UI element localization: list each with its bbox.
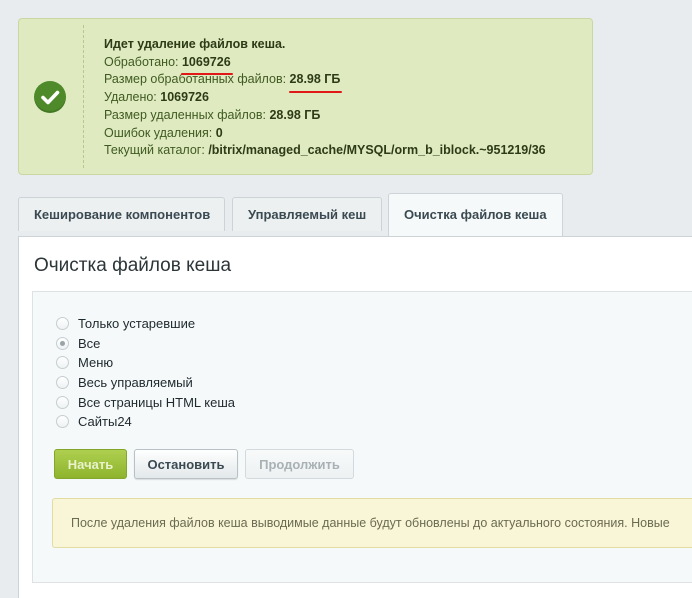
deleted-label: Удалено: [104, 90, 157, 105]
errors-value: 0 [215, 125, 223, 140]
clear-cache-form: Только устаревшие Все Меню Весь управляе… [32, 291, 692, 583]
option-all-managed[interactable]: Весь управляемый [56, 373, 235, 393]
deleted-size-value: 28.98 ГБ [269, 107, 321, 122]
continue-button[interactable]: Продолжить [245, 449, 354, 479]
processed-size-line: Размер обработанных файлов: 28.98 ГБ [104, 71, 546, 93]
option-menu[interactable]: Меню [56, 353, 235, 373]
tab-managed-cache[interactable]: Управляемый кеш [232, 197, 382, 231]
tab-component-caching[interactable]: Кеширование компонентов [18, 197, 225, 231]
errors-line: Ошибок удаления: 0 [104, 125, 546, 143]
current-dir-line: Текущий каталог: /bitrix/managed_cache/M… [104, 142, 546, 160]
tab-panel: Очистка файлов кеша Только устаревшие Вс… [18, 236, 692, 598]
processed-value: 1069726 [180, 54, 233, 76]
option-label[interactable]: Меню [78, 355, 113, 370]
option-all[interactable]: Все [56, 334, 235, 354]
notice-title: Идет удаление файлов кеша. [104, 37, 286, 51]
option-sites24[interactable]: Сайты24 [56, 412, 235, 432]
page-title: Очистка файлов кеша [34, 255, 232, 276]
option-outdated[interactable]: Только устаревшие [56, 314, 235, 334]
stop-button[interactable]: Остановить [134, 449, 238, 479]
processed-line: Обработано: 1069726 [104, 54, 546, 76]
current-dir-value: /bitrix/managed_cache/MYSQL/orm_b_iblock… [208, 143, 546, 158]
tab-clear-cache-files[interactable]: Очистка файлов кеша [388, 193, 563, 236]
cache-type-options: Только устаревшие Все Меню Весь управляе… [56, 314, 235, 432]
processed-size-value: 28.98 ГБ [288, 71, 343, 93]
notice-body: Идет удаление файлов кеша. Обработано: 1… [104, 36, 546, 160]
radio-button[interactable] [56, 415, 69, 429]
processed-label: Обработано: [104, 54, 179, 69]
notice-divider [83, 25, 84, 168]
errors-label: Ошибок удаления: [104, 125, 213, 140]
current-dir-label: Текущий каталог: [104, 143, 205, 158]
radio-button-selected[interactable] [56, 336, 69, 350]
progress-notice: Идет удаление файлов кеша. Обработано: 1… [18, 18, 593, 175]
option-label[interactable]: Весь управляемый [78, 375, 193, 390]
option-label[interactable]: Сайты24 [78, 414, 132, 429]
option-label[interactable]: Все страницы HTML кеша [78, 395, 235, 410]
radio-button[interactable] [56, 376, 69, 390]
start-button[interactable]: Начать [54, 449, 127, 479]
deleted-value: 1069726 [160, 90, 209, 105]
option-label[interactable]: Только устаревшие [78, 316, 195, 331]
radio-button[interactable] [56, 356, 69, 370]
deleted-size-label: Размер удаленных файлов: [104, 107, 266, 122]
radio-button[interactable] [56, 395, 69, 409]
option-html-cache-pages[interactable]: Все страницы HTML кеша [56, 392, 235, 412]
option-label[interactable]: Все [78, 336, 100, 351]
deleted-size-line: Размер удаленных файлов: 28.98 ГБ [104, 107, 546, 125]
cache-settings-page: Идет удаление файлов кеша. Обработано: 1… [0, 0, 692, 598]
radio-button[interactable] [56, 317, 69, 331]
info-message: После удаления файлов кеша выводимые дан… [52, 498, 692, 548]
check-circle-icon [34, 81, 66, 113]
